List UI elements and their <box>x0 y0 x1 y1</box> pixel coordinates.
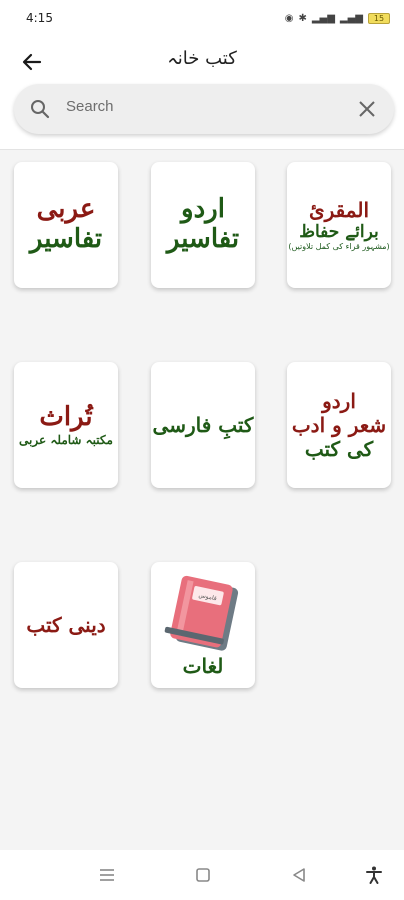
search-input[interactable] <box>66 92 336 120</box>
category-grid: المقرئ برائے حفاظ (مشہور قراء کی کمل تلا… <box>0 150 404 850</box>
book-icon: قاموس <box>164 575 239 651</box>
tile-line: اردو <box>322 389 356 413</box>
app-header: کتب خانہ <box>0 36 404 150</box>
close-icon[interactable] <box>356 98 378 120</box>
tile-line: کی کتب <box>304 437 374 461</box>
tile-line: دینی کتب <box>26 613 106 637</box>
bluetooth-icon: ✱ <box>298 12 307 24</box>
battery-icon: 15 <box>368 12 390 24</box>
search-bar[interactable] <box>14 84 394 134</box>
tile-line: عربی <box>36 194 96 225</box>
tile-al-muqri[interactable]: المقرئ برائے حفاظ (مشہور قراء کی کمل تلا… <box>287 162 391 288</box>
tile-line: تفاسیر <box>166 224 240 254</box>
accessibility-icon[interactable] <box>364 865 384 885</box>
system-nav-bar <box>0 850 404 900</box>
tile-line: برائے حفاظ <box>299 221 379 242</box>
eye-icon: ◉ <box>284 12 294 24</box>
menu-icon[interactable] <box>97 865 117 885</box>
square-icon[interactable] <box>193 865 213 885</box>
tile-line: تُراث <box>39 401 93 432</box>
tile-line: کتبِ فارسی <box>152 413 254 437</box>
tile-turath[interactable]: تُراث مکتبہ شاملہ عربی <box>14 362 118 488</box>
battery-level: 15 <box>373 13 385 23</box>
tile-persian-books[interactable]: کتبِ فارسی <box>151 362 255 488</box>
tile-line: تفاسیر <box>29 224 103 254</box>
tile-arabic-tafasir[interactable]: عربی تفاسیر <box>14 162 118 288</box>
status-time: 4:15 <box>26 11 53 25</box>
wifi-icon: ▂▄▆ <box>339 12 363 24</box>
tile-line: المقرئ <box>308 197 370 222</box>
tile-lughat[interactable]: قاموس لغات <box>151 562 255 688</box>
tile-line: مکتبہ شاملہ عربی <box>19 432 113 447</box>
tile-urdu-tafasir[interactable]: اردو تفاسیر <box>151 162 255 288</box>
tile-urdu-poetry[interactable]: اردو شعر و ادب کی کتب <box>287 362 391 488</box>
tile-religious-books[interactable]: دینی کتب <box>14 562 118 688</box>
signal-icon: ▂▄▆ <box>311 12 335 24</box>
tile-line: لغات <box>182 654 224 678</box>
tile-line: (مشہور قراء کی کمل تلاوتیں) <box>288 242 390 251</box>
page-title: کتب خانہ <box>167 48 237 69</box>
tile-line: اردو <box>181 194 225 225</box>
status-bar: 4:15 ◉ ✱ ▂▄▆ ▂▄▆ 15 <box>0 0 404 36</box>
status-icons: ◉ ✱ ▂▄▆ ▂▄▆ 15 <box>284 12 390 24</box>
search-icon[interactable] <box>30 99 50 119</box>
tile-line: شعر و ادب <box>291 413 387 437</box>
triangle-back-icon[interactable] <box>289 865 309 885</box>
